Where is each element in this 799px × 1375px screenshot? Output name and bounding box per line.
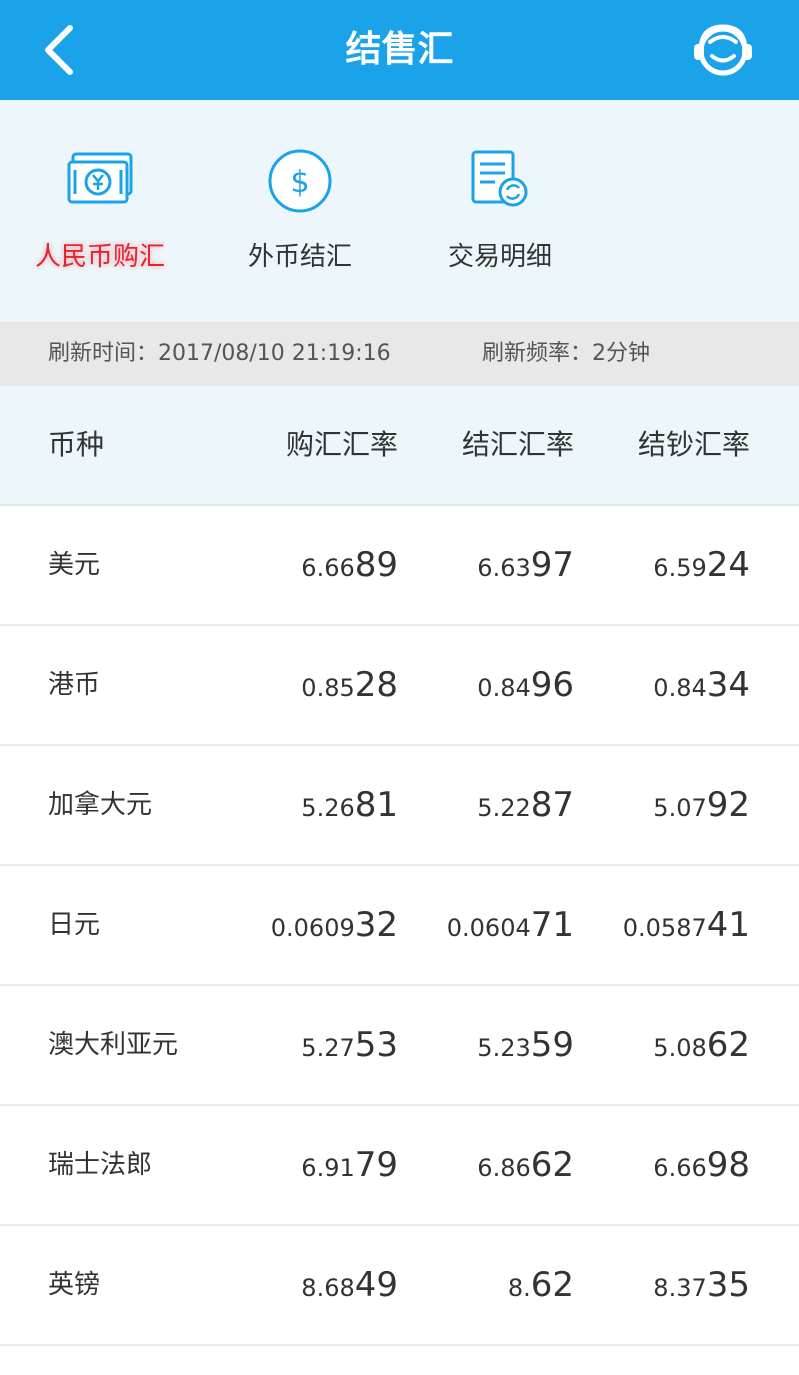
document-refresh-icon	[471, 150, 528, 207]
column-header-settlement-rate: 结汇汇率	[461, 428, 574, 461]
refresh-time: 刷新时间：2017/08/10 21:19:16	[48, 341, 391, 366]
table-row[interactable]: 英镑 8.6849 8.62 8.3735	[0, 1226, 799, 1346]
cash-settlement-rate: 8.3735	[653, 1265, 750, 1305]
table-row[interactable]: 日元 0.060932 0.060471 0.058741	[0, 866, 799, 986]
cash-settlement-rate: 0.8434	[653, 665, 750, 705]
cash-settlement-rate: 6.6698	[653, 1145, 750, 1185]
dollar-circle-icon: $	[268, 149, 332, 213]
customer-service-button[interactable]	[688, 18, 758, 84]
table-row[interactable]: 美元 6.6689 6.6397 6.5924	[0, 506, 799, 626]
currency-name: 英镑	[48, 1270, 101, 1300]
currency-name: 日元	[48, 910, 101, 940]
banknote-yuan-icon	[67, 152, 133, 204]
menu-item-fx-settlement[interactable]: $ 外币结汇	[200, 100, 400, 322]
rate-table-header: 币种 购汇汇率 结汇汇率 结钞汇率	[0, 386, 799, 506]
back-button[interactable]	[30, 20, 90, 80]
chevron-left-icon	[45, 25, 73, 75]
table-row[interactable]: 澳大利亚元 5.2753 5.2359 5.0862	[0, 986, 799, 1106]
cash-settlement-rate: 6.5924	[653, 545, 750, 585]
feature-menu: 人民币购汇 $ 外币结汇 交易明细	[0, 100, 799, 322]
customer-service-icon	[694, 24, 752, 76]
app-header: 结售汇	[0, 0, 799, 100]
menu-label-fx-settlement: 外币结汇	[247, 242, 352, 272]
currency-name: 加拿大元	[48, 790, 153, 820]
refresh-frequency: 刷新频率：2分钟	[482, 341, 650, 366]
cash-settlement-rate: 5.0792	[653, 785, 750, 825]
menu-item-transaction-details[interactable]: 交易明细	[400, 100, 600, 322]
column-header-cash-settlement-rate: 结钞汇率	[637, 428, 750, 461]
cash-settlement-rate: 0.058741	[622, 905, 750, 945]
currency-name: 美元	[48, 550, 101, 580]
column-header-purchase-rate: 购汇汇率	[285, 428, 398, 461]
menu-item-rmb-purchase[interactable]: 人民币购汇	[0, 100, 200, 322]
currency-name: 瑞士法郎	[48, 1150, 153, 1180]
menu-label-rmb-purchase: 人民币购汇	[34, 242, 165, 272]
table-row[interactable]: 加拿大元 5.2681 5.2287 5.0792	[0, 746, 799, 866]
menu-label-transaction-details: 交易明细	[447, 242, 552, 272]
refresh-info-bar: 刷新时间：2017/08/10 21:19:16 刷新频率：2分钟	[0, 322, 799, 386]
column-header-currency: 币种	[48, 428, 105, 461]
svg-text:$: $	[290, 165, 309, 200]
cash-settlement-rate: 5.0862	[653, 1025, 750, 1065]
table-row[interactable]: 瑞士法郎 6.9179 6.8662 6.6698	[0, 1106, 799, 1226]
rate-table-body: 美元 6.6689 6.6397 6.5924 港币 0.8528 0.8496…	[0, 506, 799, 1346]
page-title: 结售汇	[345, 29, 454, 70]
table-row[interactable]: 港币 0.8528 0.8496 0.8434	[0, 626, 799, 746]
currency-name: 港币	[48, 670, 101, 700]
